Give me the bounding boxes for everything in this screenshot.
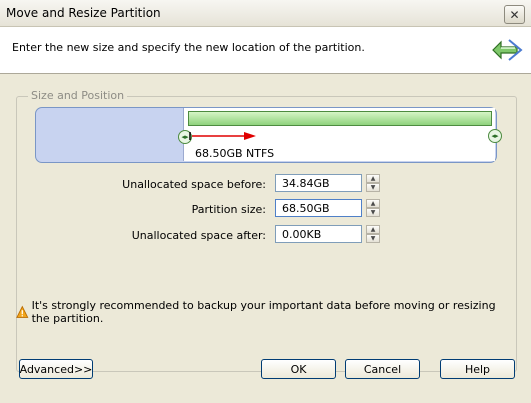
- help-button-label: Help: [464, 362, 491, 376]
- unallocated-after-row: Unallocated space after: ▲ ▼: [0, 225, 531, 247]
- window-title: Move and Resize Partition: [6, 6, 161, 20]
- spin-down-icon[interactable]: ▼: [366, 234, 380, 243]
- right-resize-handle-icon[interactable]: ◂▸: [488, 129, 502, 143]
- partition-size-row: Partition size: ▲ ▼: [0, 199, 531, 221]
- header-instruction: Enter the new size and specify the new l…: [12, 41, 365, 54]
- partition-size-input[interactable]: [275, 199, 362, 217]
- warning-text: It's strongly recommended to backup your…: [31, 299, 496, 325]
- unallocated-before-input[interactable]: [275, 174, 362, 192]
- partition-size-label: 68.50GB NTFS: [195, 147, 275, 160]
- group-label: Size and Position: [28, 89, 128, 102]
- unallocated-after-label: Unallocated space after:: [131, 229, 266, 242]
- unallocated-before-spinner[interactable]: ▲ ▼: [366, 174, 380, 192]
- close-icon[interactable]: ✕: [504, 5, 525, 24]
- unallocated-before-label: Unallocated space before:: [122, 178, 266, 191]
- partition-bar[interactable]: [188, 111, 492, 126]
- move-resize-arrows-icon: [492, 39, 523, 61]
- spin-up-icon[interactable]: ▲: [366, 225, 380, 234]
- partition-size-label-text: Partition size:: [191, 203, 266, 216]
- partition-size-spinner[interactable]: ▲ ▼: [366, 199, 380, 217]
- spin-up-icon[interactable]: ▲: [366, 174, 380, 183]
- unallocated-after-input[interactable]: [275, 225, 362, 243]
- unallocated-after-spinner[interactable]: ▲ ▼: [366, 225, 380, 243]
- help-button[interactable]: Help: [440, 359, 515, 379]
- spin-down-icon[interactable]: ▼: [366, 183, 380, 192]
- backup-warning: It's strongly recommended to backup your…: [16, 299, 516, 325]
- spin-up-icon[interactable]: ▲: [366, 199, 380, 208]
- cancel-button-label: Cancel: [363, 362, 402, 376]
- spin-down-icon[interactable]: ▼: [366, 208, 380, 217]
- ok-button-label: OK: [290, 362, 307, 376]
- warning-icon: [16, 305, 29, 318]
- cancel-button[interactable]: Cancel: [345, 359, 420, 379]
- ok-button[interactable]: OK: [261, 359, 336, 379]
- drag-arrow-icon: [189, 132, 256, 140]
- dialog-header: Enter the new size and specify the new l…: [0, 27, 531, 74]
- unallocated-before-row: Unallocated space before: ▲ ▼: [0, 174, 531, 196]
- title-bar: Move and Resize Partition ✕: [0, 0, 531, 27]
- advanced-button-label: Advanced>>: [19, 362, 93, 376]
- advanced-button[interactable]: Advanced>>: [19, 359, 93, 379]
